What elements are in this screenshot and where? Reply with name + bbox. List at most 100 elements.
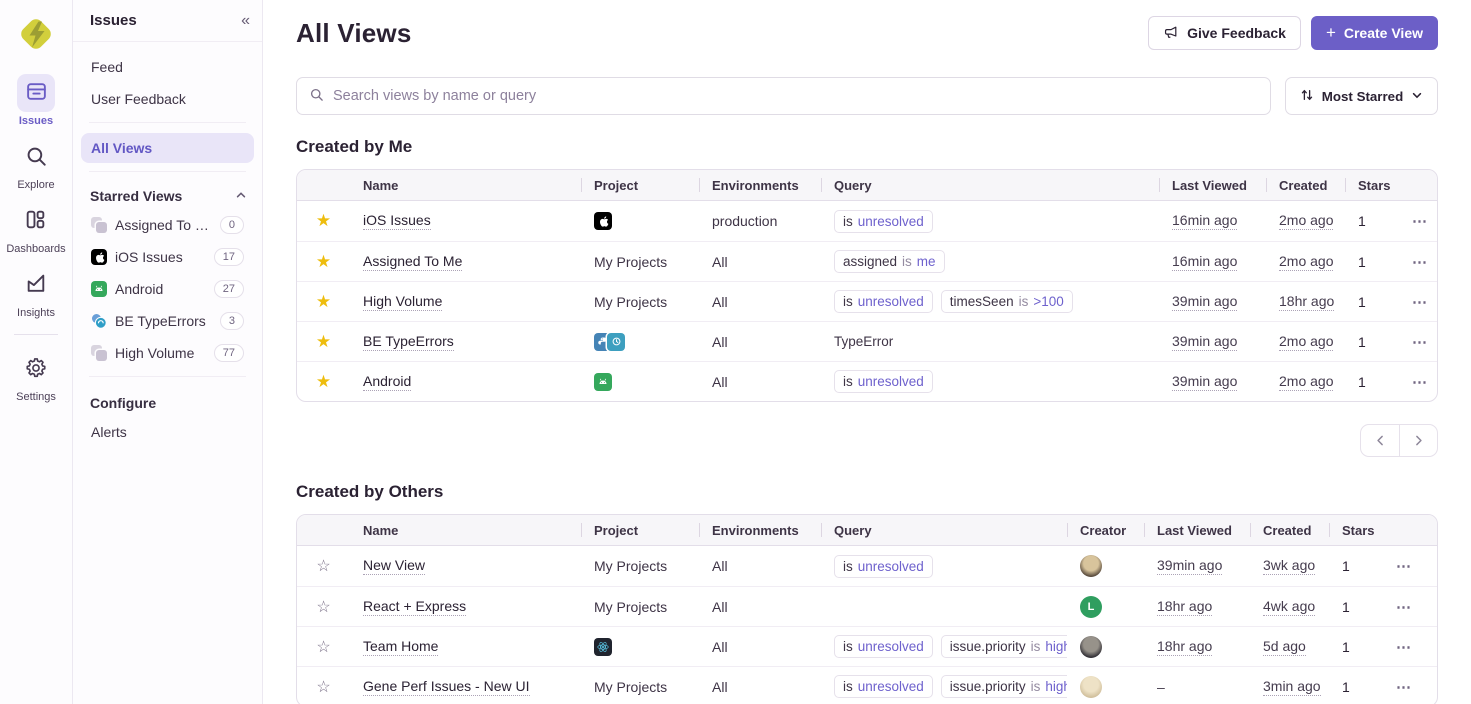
last-viewed-cell: – xyxy=(1157,679,1165,695)
rail-item-explore[interactable]: Explore xyxy=(17,138,55,191)
row-actions-button[interactable]: ⋯ xyxy=(1396,678,1412,696)
starred-view-label: Android xyxy=(115,281,206,297)
star-toggle[interactable]: ★ xyxy=(316,211,331,231)
table-row: ★iOS Issuesproductionisunresolved16min a… xyxy=(297,201,1437,241)
project-cell: My Projects xyxy=(594,679,667,695)
row-actions-button[interactable]: ⋯ xyxy=(1396,557,1412,575)
created-cell: 2mo ago xyxy=(1279,212,1333,230)
sidebar-item-all-views[interactable]: All Views xyxy=(81,133,254,163)
starred-view-label: BE TypeErrors xyxy=(115,313,212,329)
sidebar-starred-view-1[interactable]: iOS Issues17 xyxy=(81,242,254,272)
project-cell xyxy=(594,333,625,351)
view-name-link[interactable]: iOS Issues xyxy=(363,212,431,230)
dashboards-icon xyxy=(24,208,47,234)
query-chip: assignedisme xyxy=(834,250,945,273)
rail-item-issues[interactable]: Issues xyxy=(17,74,55,127)
create-view-button[interactable]: + Create View xyxy=(1311,16,1438,50)
view-name-link[interactable]: Assigned To Me xyxy=(363,253,462,271)
star-toggle[interactable]: ☆ xyxy=(316,556,330,576)
column-header-creator: Creator xyxy=(1067,523,1144,538)
query-chip: isunresolved xyxy=(834,210,933,233)
search-input[interactable] xyxy=(333,88,1258,104)
star-toggle[interactable]: ★ xyxy=(316,332,331,352)
star-toggle[interactable]: ☆ xyxy=(316,677,330,697)
rail-item-insights[interactable]: Insights xyxy=(17,266,55,319)
issue-count-badge: 0 xyxy=(220,216,244,234)
sidebar-item-feed[interactable]: Feed xyxy=(81,52,254,82)
table-row: ☆New ViewMy ProjectsAllisunresolved39min… xyxy=(297,546,1437,586)
query-chip: timesSeenis>100 xyxy=(941,290,1073,313)
android-project-icon xyxy=(594,373,612,391)
table-row: ★Assigned To MeMy ProjectsAllassignedism… xyxy=(297,241,1437,281)
view-name-link[interactable]: Android xyxy=(363,373,411,391)
created-cell: 3wk ago xyxy=(1263,557,1315,575)
view-name-link[interactable]: React + Express xyxy=(363,598,466,616)
sort-dropdown[interactable]: Most Starred xyxy=(1285,77,1438,115)
row-actions-button[interactable]: ⋯ xyxy=(1412,373,1428,391)
environments-cell: production xyxy=(712,213,777,229)
star-toggle[interactable]: ★ xyxy=(316,292,331,312)
plus-icon: + xyxy=(1326,23,1336,43)
previous-page-button[interactable] xyxy=(1361,425,1399,456)
row-actions-button[interactable]: ⋯ xyxy=(1396,638,1412,656)
row-actions-button[interactable]: ⋯ xyxy=(1412,333,1428,351)
pagination xyxy=(1360,424,1438,457)
next-page-button[interactable] xyxy=(1399,425,1437,456)
sidebar-item-user-feedback[interactable]: User Feedback xyxy=(81,84,254,114)
table-header-row: NameProjectEnvironmentsQueryLast ViewedC… xyxy=(297,170,1437,201)
row-actions-button[interactable]: ⋯ xyxy=(1412,212,1428,230)
starred-views-heading: Starred Views xyxy=(90,188,182,204)
view-name-link[interactable]: High Volume xyxy=(363,293,442,311)
search-icon xyxy=(24,144,48,171)
sidebar-starred-view-3[interactable]: BE TypeErrors3 xyxy=(81,306,254,336)
stars-count-cell: 1 xyxy=(1358,213,1366,229)
chevron-up-icon[interactable] xyxy=(235,188,247,204)
table-row: ★High VolumeMy ProjectsAllisunresolvedti… xyxy=(297,281,1437,321)
section-title-created-by-others: Created by Others xyxy=(296,482,1438,502)
query-chip: issue.priorityishigh xyxy=(941,675,1067,698)
stars-count-cell: 1 xyxy=(1358,294,1366,310)
last-viewed-cell: 39min ago xyxy=(1172,333,1237,351)
star-toggle[interactable]: ☆ xyxy=(316,597,330,617)
created-cell: 2mo ago xyxy=(1279,253,1333,271)
megaphone-icon xyxy=(1163,24,1179,43)
project-cell: My Projects xyxy=(594,254,667,270)
view-name-link[interactable]: Gene Perf Issues - New UI xyxy=(363,678,530,696)
column-header-name: Name xyxy=(350,523,581,538)
rail-item-dashboards[interactable]: Dashboards xyxy=(6,202,65,255)
divider xyxy=(89,171,246,172)
star-toggle[interactable]: ★ xyxy=(316,372,331,392)
nav-rail: Issues Explore Dashboards Insights xyxy=(0,0,73,704)
row-actions-button[interactable]: ⋯ xyxy=(1396,598,1412,616)
divider xyxy=(89,122,246,123)
view-name-link[interactable]: New View xyxy=(363,557,425,575)
query-chip: TypeError xyxy=(834,331,893,352)
environments-cell: All xyxy=(712,558,728,574)
rail-item-settings[interactable]: Settings xyxy=(16,350,56,403)
python-project-icon xyxy=(91,313,107,329)
gear-icon xyxy=(24,356,48,383)
collapse-sidebar-icon[interactable]: « xyxy=(241,12,249,30)
last-viewed-cell: 18hr ago xyxy=(1157,598,1212,616)
sidebar-title: Issues xyxy=(90,12,137,29)
give-feedback-button[interactable]: Give Feedback xyxy=(1148,16,1301,50)
created-cell: 2mo ago xyxy=(1279,373,1333,391)
star-toggle[interactable]: ★ xyxy=(316,252,331,272)
view-name-link[interactable]: BE TypeErrors xyxy=(363,333,454,351)
created-by-others-table: NameProjectEnvironmentsQueryCreatorLast … xyxy=(296,514,1438,704)
star-toggle[interactable]: ☆ xyxy=(316,637,330,657)
starred-view-label: iOS Issues xyxy=(115,249,206,265)
sidebar-starred-view-2[interactable]: Android27 xyxy=(81,274,254,304)
sidebar-item-alerts[interactable]: Alerts xyxy=(81,417,254,447)
sentry-logo[interactable] xyxy=(16,13,56,58)
table-row: ☆React + ExpressMy ProjectsAllL18hr ago4… xyxy=(297,586,1437,626)
issues-sidebar: Issues « Feed User Feedback All Views St… xyxy=(73,0,263,704)
configure-heading: Configure xyxy=(90,395,156,411)
environments-cell: All xyxy=(712,599,728,615)
sidebar-starred-view-0[interactable]: Assigned To Me0 xyxy=(81,210,254,240)
view-name-link[interactable]: Team Home xyxy=(363,638,438,656)
row-actions-button[interactable]: ⋯ xyxy=(1412,293,1428,311)
row-actions-button[interactable]: ⋯ xyxy=(1412,253,1428,271)
created-cell: 3min ago xyxy=(1263,678,1321,696)
sidebar-starred-view-4[interactable]: High Volume77 xyxy=(81,338,254,368)
